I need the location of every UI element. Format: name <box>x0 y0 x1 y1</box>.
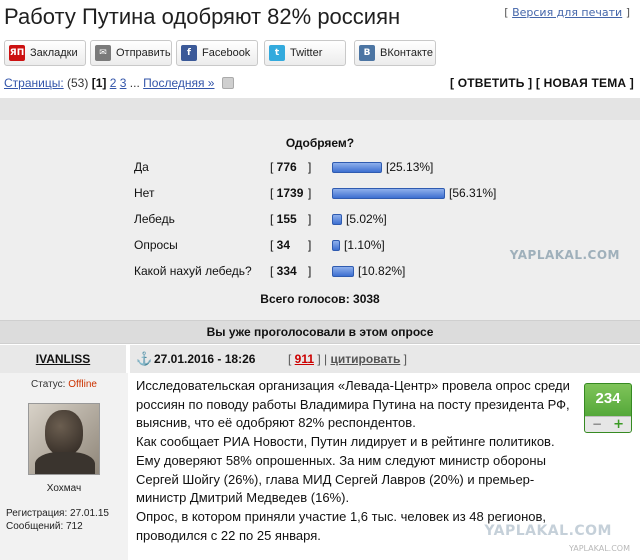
poll-option-bar <box>332 266 354 277</box>
pager-row: Страницы: (53) [1] 2 3 ... Последняя » [… <box>0 76 640 94</box>
poll-option: Нет [ 1739 ] [56.31%] <box>0 186 640 202</box>
poll-option-votes: [ 334 ] <box>270 264 312 278</box>
poll-option-votes: [ 155 ] <box>270 212 312 226</box>
vkontakte-button[interactable]: В ВКонтакте <box>354 40 436 66</box>
poll-option: Да [ 776 ] [25.13%] <box>0 160 640 176</box>
author-panel: Статус: Offline Хохмач Регистрация: 27.0… <box>0 373 128 560</box>
post-meta: ⚓ 27.01.2016 - 18:26 [ 911 ] | цитироват… <box>130 345 640 373</box>
page-link[interactable]: 3 <box>120 76 127 90</box>
avatar[interactable] <box>28 403 100 475</box>
watermark: YAPLAKAL.COM <box>568 544 630 553</box>
poll-option-bar <box>332 214 342 225</box>
rating-controls: − + <box>585 416 631 432</box>
poll-option-label: Нет <box>134 186 155 200</box>
vkontakte-icon: В <box>359 45 375 61</box>
post-date: 27.01.2016 - 18:26 <box>154 352 256 366</box>
poll-option-votes: [ 776 ] <box>270 160 312 174</box>
watermark: YAPLAKAL.COM <box>509 248 620 262</box>
post-text: Исследовательская организация «Левада-Це… <box>136 377 572 545</box>
author-status: Статус: Offline <box>31 379 97 390</box>
voted-notice: Вы уже проголосовали в этом опросе <box>0 320 640 344</box>
page-title: Работу Путина одобряют 82% россиян <box>4 4 401 29</box>
poll: Одобряем? Да [ 776 ] [25.13%] Нет [ 1739 ] [5… <box>0 120 640 320</box>
poll-option-votes: [ 1739 ] <box>270 186 312 200</box>
pagination: Страницы: (53) [1] 2 3 ... Последняя » <box>4 76 234 90</box>
pages-label[interactable]: Страницы: <box>4 76 64 90</box>
vote-up-icon[interactable]: + <box>613 417 624 432</box>
poll-option-percent: [5.02%] <box>346 212 387 226</box>
facebook-button[interactable]: f Facebook <box>176 40 258 66</box>
envelope-icon: ✉ <box>95 45 111 61</box>
topic-actions: [ ОТВЕТИТЬ ] [ НОВАЯ ТЕМА ] <box>450 76 634 90</box>
poll-option-bar <box>332 162 382 173</box>
poll-option-label: Лебедь <box>134 212 175 226</box>
poll-question: Одобряем? <box>285 136 355 150</box>
post-number: [ 911 ] | цитировать ] <box>288 352 407 366</box>
post-paragraph: Как сообщает РИА Новости, Путин лидирует… <box>136 434 555 506</box>
poll-option-percent: [10.82%] <box>358 264 406 278</box>
post-author[interactable]: IVANLISS <box>0 345 128 373</box>
share-toolbar: ЯП Закладки ✉ Отправить f Facebook t Twi… <box>0 40 640 66</box>
watermark: YAPLAKAL.COM <box>484 523 612 539</box>
post-header: IVANLISS ⚓ 27.01.2016 - 18:26 [ 911 ] | … <box>0 345 640 373</box>
post-number-link[interactable]: 911 <box>295 352 314 366</box>
poll-option-percent: [56.31%] <box>449 186 497 200</box>
poll-total: Всего голосов: 3038 <box>260 292 380 306</box>
last-page-link[interactable]: Последняя » <box>143 76 214 90</box>
vote-down-icon[interactable]: − <box>592 417 602 432</box>
poll-option-percent: [25.13%] <box>386 160 434 174</box>
title-bar: Работу Путина одобряют 82% россиян [ Вер… <box>0 0 640 34</box>
rating-value: 234 <box>595 390 621 407</box>
cite-link[interactable]: цитировать <box>331 352 401 366</box>
poll-option-bar <box>332 188 445 199</box>
poll-option-votes: [ 34 ] <box>270 238 312 252</box>
author-info: Регистрация: 27.01.15 Сообщений: 712 <box>6 508 109 532</box>
anchor-icon[interactable]: ⚓ <box>136 345 152 373</box>
page-link[interactable]: 2 <box>110 76 117 90</box>
reply-button[interactable]: [ ОТВЕТИТЬ ] <box>450 76 532 90</box>
twitter-icon: t <box>269 45 285 61</box>
current-page: [1] <box>91 76 107 90</box>
poll-option: Лебедь [ 155 ] [5.02%] <box>0 212 640 228</box>
pager-menu-icon[interactable] <box>221 77 234 89</box>
author-rank: Хохмач <box>46 483 82 494</box>
new-topic-button[interactable]: [ НОВАЯ ТЕМА ] <box>536 76 634 90</box>
poll-option: Какой нахуй лебедь? [ 334 ] [10.82%] <box>0 264 640 280</box>
print-version-link[interactable]: Версия для печати <box>512 6 622 19</box>
post-rating: 234 − + <box>584 383 632 433</box>
poll-header-strip <box>0 98 640 120</box>
yaplakal-icon: ЯП <box>9 45 25 61</box>
poll-option-percent: [1.10%] <box>344 238 385 252</box>
send-button[interactable]: ✉ Отправить <box>90 40 172 66</box>
post-paragraph: Исследовательская организация «Левада-Це… <box>136 378 570 431</box>
poll-option-label: Какой нахуй лебедь? <box>134 264 252 278</box>
poll-option-bar <box>332 240 340 251</box>
twitter-button[interactable]: t Twitter <box>264 40 346 66</box>
poll-option-label: Опросы <box>134 238 178 252</box>
bookmarks-button[interactable]: ЯП Закладки <box>4 40 86 66</box>
print-version: [ Версия для печати ] <box>504 6 630 19</box>
facebook-icon: f <box>181 45 197 61</box>
poll-option-label: Да <box>134 160 149 174</box>
